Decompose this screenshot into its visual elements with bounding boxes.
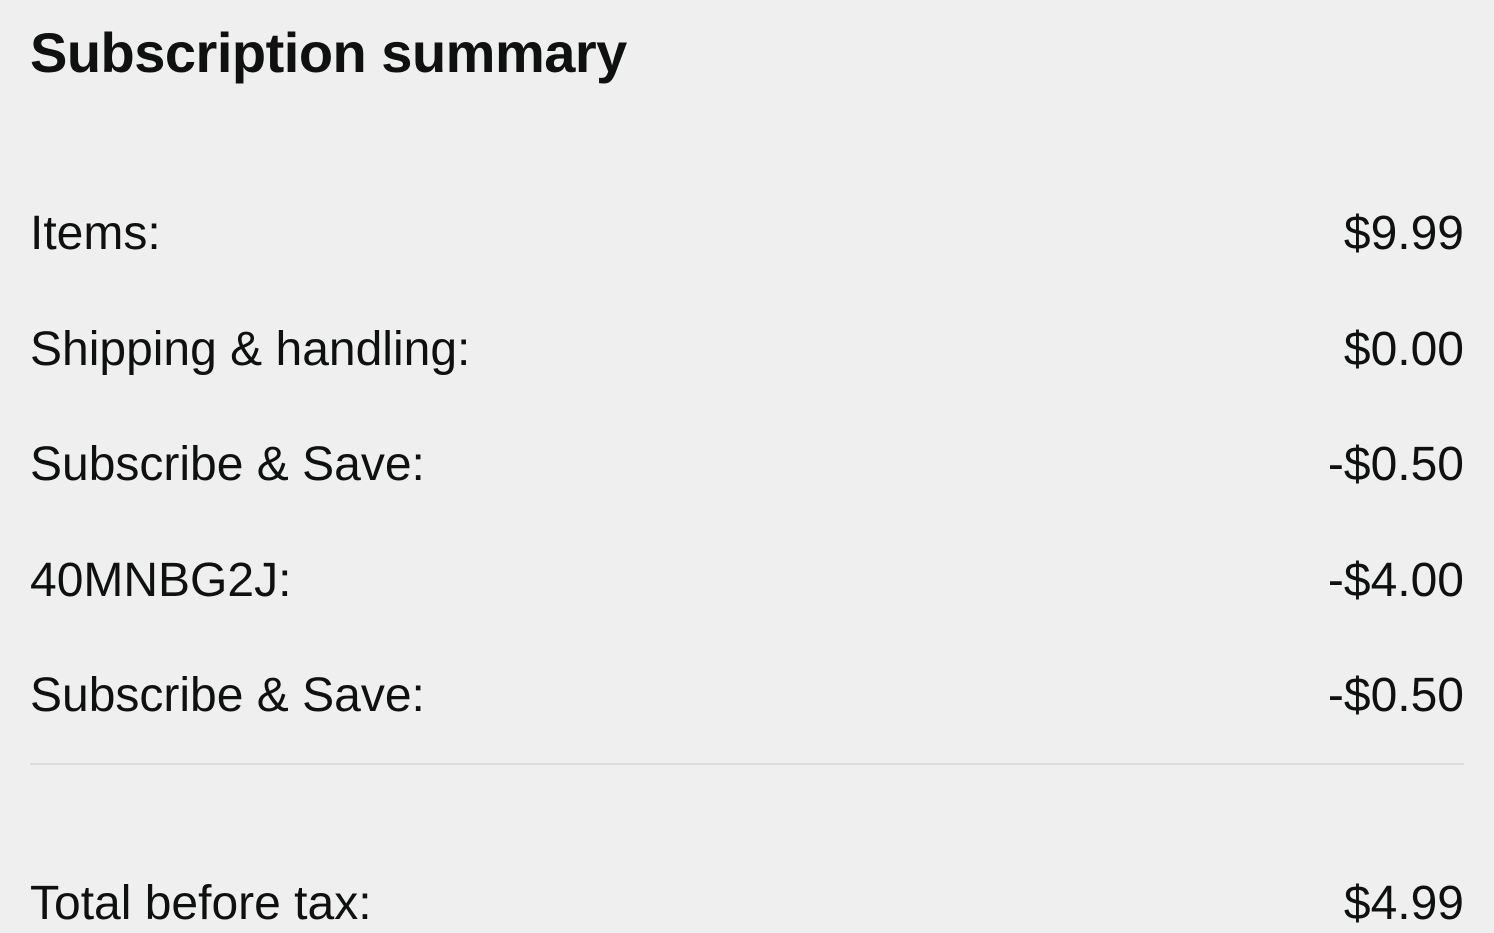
line-item-value: -$4.00 [1328,552,1464,610]
line-item-promo-code: 40MNBG2J: -$4.00 [30,552,1464,610]
line-item-value: $0.00 [1344,321,1464,379]
line-item-label: Subscribe & Save: [30,667,425,725]
line-item-value: -$0.50 [1328,667,1464,725]
line-item-shipping: Shipping & handling: $0.00 [30,321,1464,379]
line-item-label: Subscribe & Save: [30,436,425,494]
subscription-summary-title: Subscription summary [30,20,1464,85]
line-item-label: Items: [30,205,161,263]
line-item-subscribe-save-2: Subscribe & Save: -$0.50 [30,667,1464,725]
line-item-label: 40MNBG2J: [30,552,291,610]
total-section: Total before tax: $4.99 [30,875,1464,933]
total-value: $4.99 [1344,875,1464,933]
line-item-label: Shipping & handling: [30,321,470,379]
line-item-items: Items: $9.99 [30,205,1464,263]
line-item-value: -$0.50 [1328,436,1464,494]
divider [30,763,1464,765]
line-item-value: $9.99 [1344,205,1464,263]
line-items-list: Items: $9.99 Shipping & handling: $0.00 … [30,205,1464,725]
line-item-subscribe-save-1: Subscribe & Save: -$0.50 [30,436,1464,494]
total-label: Total before tax: [30,875,372,933]
total-before-tax-row: Total before tax: $4.99 [30,875,1464,933]
